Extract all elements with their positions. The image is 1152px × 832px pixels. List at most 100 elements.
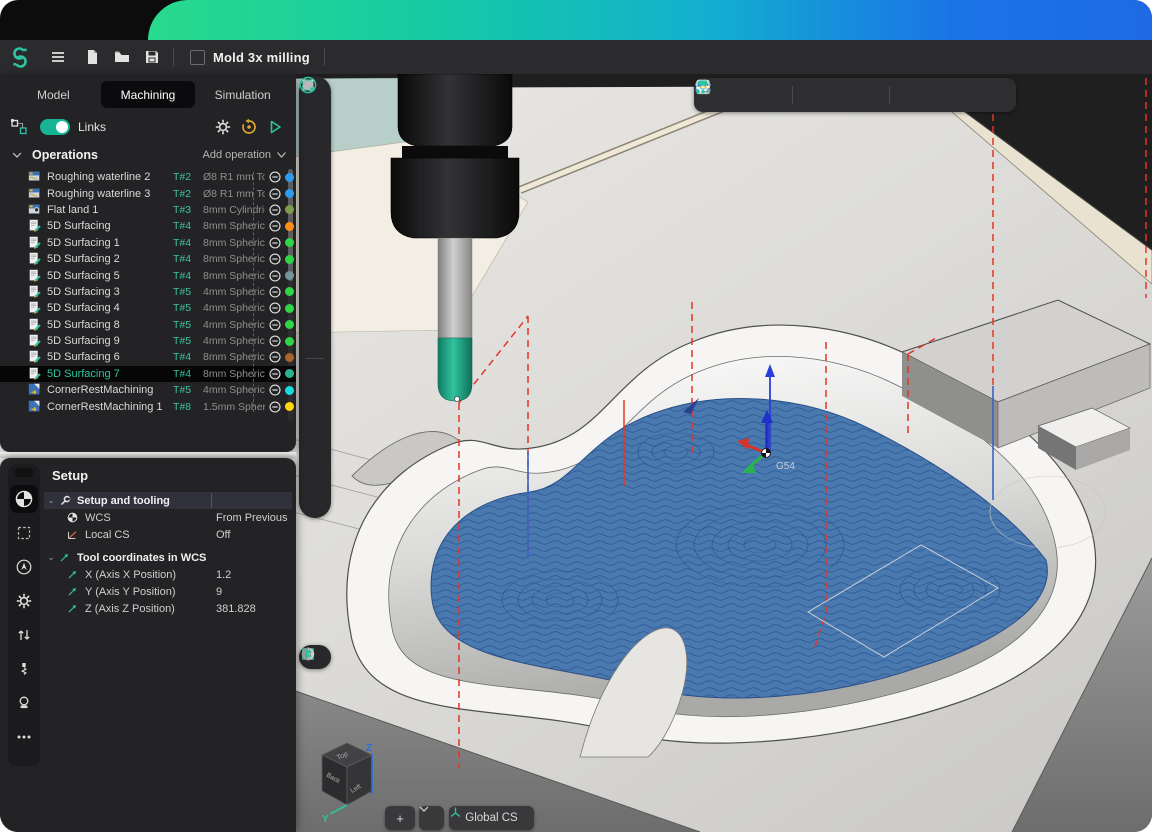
status-color-dot[interactable]	[285, 304, 294, 313]
status-calculated-icon[interactable]	[265, 186, 285, 202]
operation-row[interactable]: 5D Surfacing 8T#54mm Spherica	[0, 317, 296, 333]
operation-row[interactable]: Flat land 1T#38mm Cylindric	[0, 202, 296, 218]
status-calculated-icon[interactable]	[265, 366, 285, 382]
status-calculated-icon[interactable]	[265, 268, 285, 284]
status-calculated-icon[interactable]	[265, 333, 285, 349]
status-color-dot[interactable]	[285, 189, 294, 198]
setup-sidebar-gear-icon[interactable]	[10, 587, 38, 615]
tab-model[interactable]: Model	[6, 81, 101, 108]
status-calculated-icon[interactable]	[265, 284, 285, 300]
status-color-dot[interactable]	[285, 222, 294, 231]
status-calculated-icon[interactable]	[265, 218, 285, 234]
calculator-icon[interactable]	[896, 82, 923, 108]
n1-icon[interactable]: N1	[799, 82, 826, 108]
status-calculated-icon[interactable]	[265, 382, 285, 398]
setup-group-row[interactable]: ⌄Setup and tooling	[44, 492, 292, 509]
setup-sidebar-compass-icon[interactable]	[10, 553, 38, 581]
status-color-dot[interactable]	[285, 353, 294, 362]
main-menu-button[interactable]	[43, 44, 73, 70]
status-color-dot[interactable]	[285, 320, 294, 329]
status-color-dot[interactable]	[285, 369, 294, 378]
tool-layers-icon[interactable]	[953, 82, 980, 108]
status-color-dot[interactable]	[285, 337, 294, 346]
holder-outline-c-icon[interactable]	[302, 105, 328, 129]
setup-sidebar-wcs-quadrant-big-icon[interactable]	[10, 485, 38, 513]
setup-sidebar-ellipsis-icon[interactable]	[10, 723, 38, 751]
operation-row[interactable]: 5D Surfacing 6T#48mm Spherica	[0, 349, 296, 365]
run-simulation-button[interactable]	[262, 115, 288, 139]
global-cs-button[interactable]: Global CS	[449, 806, 534, 830]
recalculate-button[interactable]	[236, 115, 262, 139]
status-color-dot[interactable]	[285, 238, 294, 247]
operation-row[interactable]: 5D Surfacing 9T#54mm Spherica	[0, 333, 296, 349]
status-color-dot[interactable]	[285, 386, 294, 395]
ribbon-green-icon[interactable]	[302, 413, 328, 437]
dot-icon[interactable]	[302, 363, 328, 387]
operation-graph-icon[interactable]	[10, 118, 28, 136]
collapse-chevron-icon[interactable]	[10, 148, 24, 162]
setup-property-row[interactable]: X (Axis X Position)1.2	[44, 566, 292, 583]
caliper-icon[interactable]	[759, 82, 786, 108]
status-calculated-icon[interactable]	[265, 317, 285, 333]
setup-group-row[interactable]: ⌄Tool coordinates in WCS	[44, 549, 292, 566]
operation-row[interactable]: 5D Surfacing 3T#54mm Spherica	[0, 284, 296, 300]
operation-row[interactable]: Roughing waterline 3T#2Ø8 R1 mm To	[0, 185, 296, 201]
tool-tip-c-icon[interactable]	[302, 230, 328, 254]
setup-property-row[interactable]: WCSFrom Previous	[44, 509, 292, 526]
status-calculated-icon[interactable]	[265, 349, 285, 365]
tab-simulation[interactable]: Simulation	[195, 81, 290, 108]
stock-square-icon[interactable]	[302, 180, 328, 204]
status-color-dot[interactable]	[285, 255, 294, 264]
ribbon-gray-icon[interactable]	[302, 438, 328, 462]
new-project-button[interactable]	[77, 44, 107, 70]
operation-row[interactable]: Roughing waterline 2T#2Ø8 R1 mm To	[0, 169, 296, 185]
status-calculated-icon[interactable]	[265, 202, 285, 218]
operation-row[interactable]: 5D Surfacing 7T#48mm Spherica	[0, 366, 296, 382]
status-color-dot[interactable]	[285, 402, 294, 411]
assembly-c-icon[interactable]	[302, 280, 328, 304]
property-value[interactable]: 381.828	[216, 603, 292, 615]
status-color-dot[interactable]	[285, 205, 294, 214]
collapse-chevron-icon[interactable]: ⌄	[44, 552, 58, 563]
setup-sidebar-updown-icon[interactable]	[10, 621, 38, 649]
project-checkbox[interactable]	[190, 50, 205, 65]
operation-row[interactable]: 5D Surfacing 1T#48mm Spherica	[0, 235, 296, 251]
status-color-dot[interactable]	[285, 173, 294, 182]
setup-sidebar-holder-sphere-icon[interactable]	[10, 689, 38, 717]
property-value[interactable]: 9	[216, 586, 292, 598]
tool-pair-icon[interactable]	[856, 82, 883, 108]
property-value[interactable]: Off	[216, 529, 292, 541]
operation-row[interactable]: 5D SurfacingT#48mm Spherica	[0, 218, 296, 234]
deviation-icon[interactable]	[924, 82, 951, 108]
holder-c-icon[interactable]	[302, 130, 328, 154]
property-value[interactable]: 1.2	[216, 569, 292, 581]
drill-c-icon[interactable]	[302, 255, 328, 279]
status-calculated-icon[interactable]	[265, 235, 285, 251]
ribbon-dot-icon[interactable]	[302, 488, 328, 512]
machining-settings-button[interactable]	[210, 115, 236, 139]
app-logo-icon[interactable]	[5, 43, 35, 71]
setup-property-row[interactable]: Y (Axis Y Position)9	[44, 583, 292, 600]
collapse-chevron-icon[interactable]: ⌄	[44, 495, 58, 506]
tool-green-icon[interactable]	[302, 155, 328, 179]
operation-row[interactable]: 5D Surfacing 2T#48mm Spherica	[0, 251, 296, 267]
operation-row[interactable]: CornerRestMachining 1T#81.5mm Spheri	[0, 398, 296, 414]
property-value[interactable]: From Previous	[216, 512, 292, 524]
panel-drag-handle[interactable]	[15, 468, 33, 477]
cs-dropdown-button[interactable]	[419, 806, 444, 830]
sheet-icon[interactable]	[827, 82, 854, 108]
wave-icon[interactable]	[302, 388, 328, 412]
setup-sidebar-stock-dashed-icon[interactable]	[10, 519, 38, 547]
setup-sidebar-drillbit-icon[interactable]	[10, 655, 38, 683]
status-color-dot[interactable]	[285, 271, 294, 280]
add-operation-button[interactable]: Add operation	[203, 149, 287, 161]
operation-row[interactable]: 5D Surfacing 4T#54mm Spherica	[0, 300, 296, 316]
setup-property-row[interactable]: Z (Axis Z Position)381.828	[44, 600, 292, 617]
save-project-button[interactable]	[137, 44, 167, 70]
magnifier-icon[interactable]	[731, 82, 758, 108]
tool-green-icon[interactable]	[302, 205, 328, 229]
open-project-button[interactable]	[107, 44, 137, 70]
tab-machining[interactable]: Machining	[101, 81, 196, 108]
fixture-c-icon[interactable]	[302, 305, 328, 329]
stats-icon[interactable]	[981, 82, 1008, 108]
